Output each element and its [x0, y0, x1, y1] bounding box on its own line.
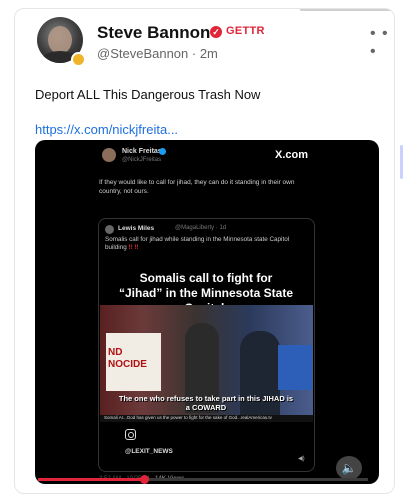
tweet-avatar — [102, 148, 116, 162]
author-handle-time: @SteveBannon · 2m — [97, 46, 218, 61]
more-horizontal-icon[interactable]: • • • — [370, 25, 394, 61]
platform-label: GETTR — [226, 25, 265, 37]
progress-fill — [38, 478, 144, 481]
progress-knob[interactable] — [139, 475, 149, 484]
instagram-icon — [125, 429, 136, 440]
video-caption: The one who refuses to take part in this… — [118, 394, 294, 412]
avatar-face — [48, 26, 72, 54]
watermark-handle: @LEXIT_NEWS — [125, 448, 173, 455]
ticker-text: Somali Ar...God has given us the power t… — [104, 415, 272, 420]
scrollbar[interactable] — [400, 145, 403, 179]
news-ticker: Somali Ar...God has given us the power t… — [100, 415, 313, 422]
post-card[interactable]: Steve Bannon ✓ GETTR @SteveBannon · 2m •… — [14, 8, 395, 494]
tweet-verified-icon — [159, 148, 166, 155]
quote-text-emphasis: !! !! — [128, 244, 139, 251]
author-name[interactable]: Steve Bannon — [97, 23, 210, 43]
verified-check-icon: ✓ — [210, 26, 222, 38]
quoted-tweet: Lewis Miles @MagaLiberty · 1d Somalis ca… — [98, 218, 315, 472]
protest-sign-text: ND NOCIDE — [108, 347, 147, 370]
flag — [278, 345, 312, 390]
quote-author: Lewis Miles — [118, 225, 155, 232]
post-text: Deport ALL This Dangerous Trash Now — [35, 87, 261, 102]
quote-text: Somalis call for jihad while standing in… — [105, 236, 310, 252]
gold-badge-icon — [71, 52, 86, 67]
quote-handle: @MagaLiberty · 1d — [175, 225, 227, 231]
quote-avatar — [105, 225, 114, 234]
top-divider — [300, 9, 392, 11]
mute-toggle-icon[interactable]: 🔈 — [336, 456, 362, 480]
tweet-text: If they would like to call for jihad, th… — [99, 179, 295, 195]
video-progress-bar[interactable] — [38, 475, 368, 484]
tweet-handle: @NickJFreitas — [122, 157, 162, 163]
video-player[interactable]: Nick Freitas @NickJFreitas X.com If they… — [35, 140, 379, 484]
speaker-icon: ◀︎) — [298, 456, 305, 462]
brand-watermark: X.com — [275, 149, 309, 161]
post-link[interactable]: https://x.com/nickjfreita... — [35, 122, 178, 137]
tweet-author: Nick Freitas — [122, 148, 162, 155]
